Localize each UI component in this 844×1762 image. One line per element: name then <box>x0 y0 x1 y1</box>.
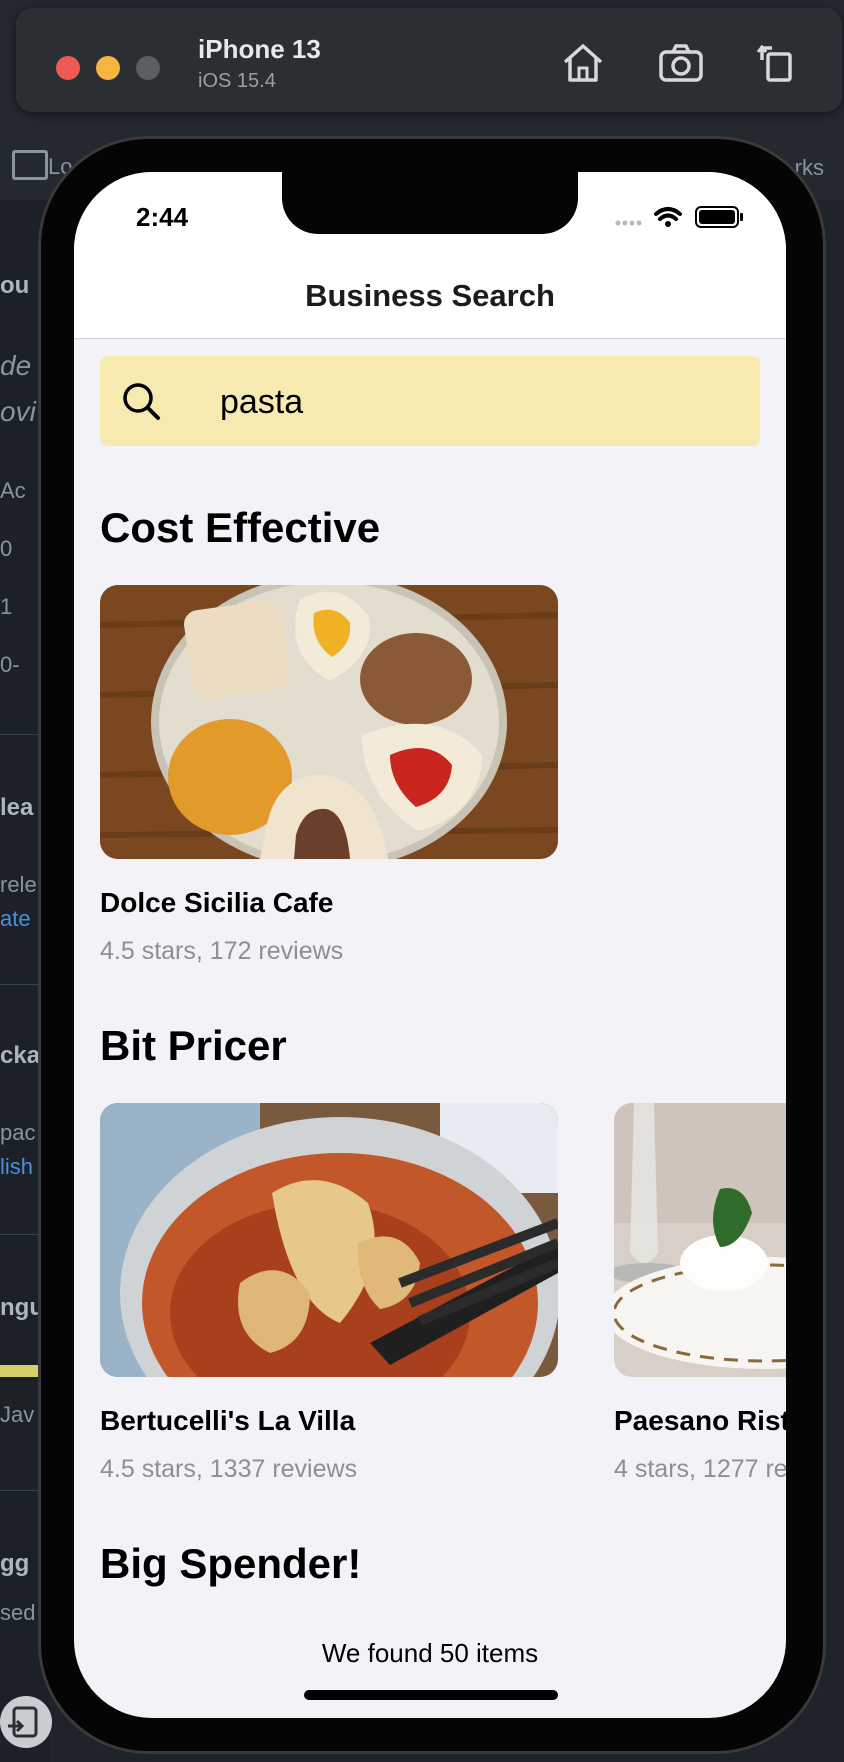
close-window-button[interactable] <box>56 56 80 80</box>
bg-link[interactable]: lish <box>0 1154 33 1180</box>
bg-label: 0- <box>0 652 20 677</box>
battery-icon <box>695 206 743 228</box>
bg-label: lea <box>0 794 34 821</box>
minimize-window-button[interactable] <box>96 56 120 80</box>
bg-label: gg <box>0 1550 30 1577</box>
simulator-titlebar: iPhone 13 iOS 15.4 <box>16 8 842 112</box>
camera-notch <box>282 172 578 234</box>
home-button[interactable] <box>558 38 608 88</box>
business-rating: 4.5 stars, 172 reviews <box>100 937 344 965</box>
bg-label: cka <box>0 1042 41 1069</box>
screenshot-icon <box>659 44 703 82</box>
bg-link[interactable]: ate <box>0 906 31 932</box>
status-time: 2:44 <box>136 202 189 232</box>
home-indicator[interactable] <box>304 1690 558 1700</box>
business-name: Paesano Rist <box>614 1405 786 1436</box>
search-icon <box>123 383 160 420</box>
bg-label: 0 <box>0 536 13 561</box>
search-input[interactable] <box>218 374 742 430</box>
bg-label: Ac <box>0 478 26 503</box>
zoom-window-button[interactable] <box>136 56 160 80</box>
business-photo[interactable] <box>100 585 558 859</box>
home-icon <box>563 44 603 82</box>
bg-label: Jav <box>0 1402 35 1427</box>
section-title: Cost Effective <box>100 504 381 551</box>
search-bar[interactable] <box>100 356 760 446</box>
folder-icon <box>12 150 48 180</box>
page-title: Business Search <box>305 278 555 313</box>
rotate-icon <box>756 44 792 82</box>
screenshot-button[interactable] <box>656 38 706 88</box>
bg-label: rele <box>0 872 37 897</box>
bg-label: ou <box>0 272 30 299</box>
business-photo[interactable] <box>100 1103 558 1377</box>
bg-label: sed <box>0 1600 36 1625</box>
business-rating: 4.5 stars, 1337 reviews <box>100 1455 358 1483</box>
dessert-photo <box>614 1103 786 1377</box>
business-name: Bertucelli's La Villa <box>100 1405 356 1436</box>
status-icons <box>612 204 752 230</box>
business-photo[interactable] <box>614 1103 786 1377</box>
pastries-photo <box>100 585 558 859</box>
bg-label: de <box>0 350 32 381</box>
rotate-button[interactable] <box>752 38 802 88</box>
device-os-version: iOS 15.4 <box>198 70 276 92</box>
bottom-left-action-button[interactable] <box>0 1696 52 1748</box>
import-icon <box>8 1706 38 1738</box>
business-name: Dolce Sicilia Cafe <box>100 887 334 918</box>
section-title: Bit Pricer <box>100 1022 287 1069</box>
section-title: Big Spender! <box>100 1540 362 1587</box>
business-rating: 4 stars, 1277 re <box>614 1455 786 1483</box>
bg-label: pac <box>0 1120 36 1145</box>
screenshot: Lo rks ou de ovi Ac 0 1 0- lea rele ate … <box>0 0 844 1762</box>
results-count: We found 50 items <box>321 1638 539 1668</box>
device-name: iPhone 13 <box>198 34 321 64</box>
cellular-signal-icon <box>615 220 642 226</box>
ravioli-photo <box>100 1103 558 1377</box>
bg-label: 1 <box>0 594 13 619</box>
bg-label: ovi <box>0 396 36 427</box>
wifi-icon <box>654 207 682 227</box>
phone-screen: Business Search 2:44 pasta Cost Effectiv… <box>74 172 786 1718</box>
language-bar <box>0 1365 40 1377</box>
